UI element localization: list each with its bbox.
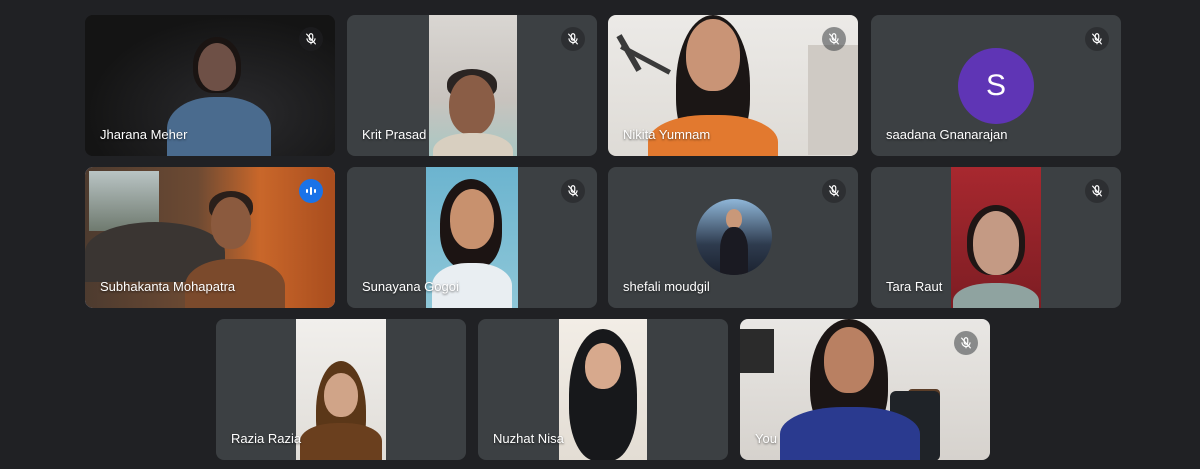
meeting-grid: Jharana Meher Krit Prasad Nikita Yumnam [0,0,1200,469]
participant-tile[interactable]: Tara Raut [871,167,1121,308]
participant-video [296,319,386,460]
participant-tile[interactable]: shefali moudgil [608,167,858,308]
mic-off-icon[interactable] [954,331,978,355]
participant-tile[interactable]: Krit Prasad [347,15,597,156]
avatar-letter: S [985,69,1006,102]
participant-tile[interactable]: S saadana Gnanarajan [871,15,1121,156]
mic-off-icon[interactable] [822,27,846,51]
participant-tile[interactable]: You [740,319,990,460]
participant-name: Tara Raut [886,279,943,294]
participant-name: Nikita Yumnam [623,127,711,142]
participant-video [740,319,990,460]
mic-off-icon[interactable] [1085,27,1109,51]
participant-video [429,15,517,156]
participant-video [951,167,1041,308]
participant-name: Subhakanta Mohapatra [100,279,236,294]
participant-video [559,319,647,460]
participant-tile[interactable]: Sunayana Gogoi [347,167,597,308]
participant-tile[interactable]: Jharana Meher [85,15,335,156]
mic-off-icon[interactable] [299,27,323,51]
participant-name: Krit Prasad [362,127,427,142]
audio-level-icon [299,179,323,203]
mic-off-icon[interactable] [822,179,846,203]
participant-tile[interactable]: Subhakanta Mohapatra [85,167,335,308]
mic-off-icon[interactable] [1085,179,1109,203]
participant-name: Razia Razia [231,431,302,446]
participant-name: Jharana Meher [100,127,188,142]
participant-name: saadana Gnanarajan [886,127,1008,142]
participant-name: shefali moudgil [623,279,710,294]
avatar [696,199,772,275]
participant-tile[interactable]: Nikita Yumnam [608,15,858,156]
participant-tile[interactable]: Razia Razia [216,319,466,460]
participant-name: Nuzhat Nisa [493,431,564,446]
participant-name: You [755,431,777,446]
avatar: S [958,48,1034,124]
mic-off-icon[interactable] [561,179,585,203]
participant-name: Sunayana Gogoi [362,279,459,294]
mic-off-icon[interactable] [561,27,585,51]
participant-tile[interactable]: Nuzhat Nisa [478,319,728,460]
